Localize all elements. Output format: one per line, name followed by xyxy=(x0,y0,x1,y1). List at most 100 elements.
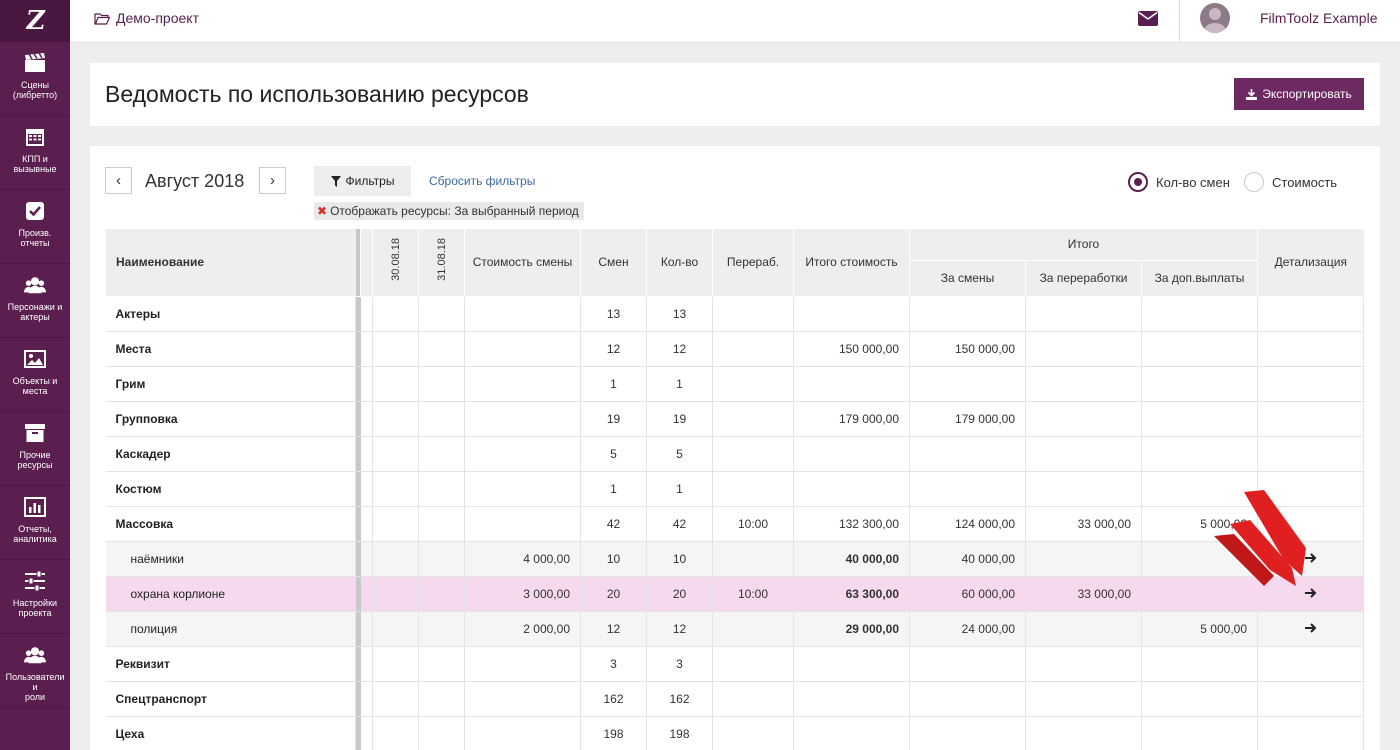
cell-for-overtime xyxy=(1025,331,1142,367)
cell-shift-cost xyxy=(464,436,581,472)
export-button[interactable]: Экспортировать xyxy=(1234,78,1364,110)
sidebar-item-6[interactable]: Отчеты, аналитика xyxy=(0,486,70,560)
cell-for-extra xyxy=(1141,366,1259,402)
breadcrumb-project[interactable]: Демо-проект xyxy=(94,10,199,26)
close-icon[interactable]: ✖ xyxy=(317,204,327,218)
radio-cost[interactable]: Стоимость xyxy=(1244,172,1337,192)
cell-date1 xyxy=(372,471,419,507)
table-row[interactable]: Актеры 13 13 xyxy=(105,296,1365,332)
next-month-button[interactable]: › xyxy=(259,167,286,194)
cell-total-cost xyxy=(793,366,910,402)
sidebar-item-label: Сцены (либретто) xyxy=(12,80,58,100)
chip-value: За выбранный период xyxy=(454,204,579,218)
table-row[interactable]: Костюм 1 1 xyxy=(105,471,1365,507)
cell-date2 xyxy=(418,296,465,332)
prev-month-button[interactable]: ‹ xyxy=(105,167,132,194)
cell-blank xyxy=(360,296,373,332)
arrow-right-icon[interactable] xyxy=(1304,622,1317,636)
cell-for-shifts xyxy=(909,716,1026,750)
row-name: Костюм xyxy=(105,471,356,507)
sidebar-item-3[interactable]: Персонажи и актеры xyxy=(0,264,70,338)
export-label: Экспортировать xyxy=(1262,87,1352,101)
logo-letter: Z xyxy=(23,6,47,36)
cell-shifts: 42 xyxy=(580,506,647,542)
cell-blank xyxy=(360,681,373,717)
table-row[interactable]: Грим 1 1 xyxy=(105,366,1365,402)
cell-for-extra xyxy=(1141,331,1259,367)
table-row[interactable]: Спецтранспорт 162 162 xyxy=(105,681,1365,717)
cell-for-extra xyxy=(1141,716,1259,750)
cell-shifts: 12 xyxy=(580,331,647,367)
row-name: Каскадер xyxy=(105,436,356,472)
cell-date2 xyxy=(418,611,465,647)
cell-date2 xyxy=(418,506,465,542)
cell-shift-cost: 4 000,00 xyxy=(464,541,581,577)
table-row[interactable]: Групповка 19 19 179 000,00 179 000,00 xyxy=(105,401,1365,437)
arrow-right-icon[interactable] xyxy=(1304,552,1317,566)
avatar[interactable] xyxy=(1200,3,1230,33)
cell-for-shifts: 40 000,00 xyxy=(909,541,1026,577)
col-header-overtime: Перераб. xyxy=(712,229,794,297)
col-header-total-cost: Итого стоимость xyxy=(793,229,910,297)
col-header-for-shifts: За смены xyxy=(909,260,1026,297)
sidebar-item-5[interactable]: Прочие ресурсы xyxy=(0,412,70,486)
table-row[interactable]: полиция 2 000,00 12 12 29 000,00 24 000,00 5 0… xyxy=(105,611,1365,647)
table-row[interactable]: Каскадер 5 5 xyxy=(105,436,1365,472)
cell-date2 xyxy=(418,681,465,717)
sliders-icon xyxy=(24,570,46,592)
filters-button[interactable]: Фильтры xyxy=(314,166,411,196)
table-row[interactable]: Реквизит 3 3 xyxy=(105,646,1365,682)
filter-icon xyxy=(330,175,341,187)
month-label: Август 2018 xyxy=(145,171,245,191)
cell-date2 xyxy=(418,576,465,612)
row-name: Групповка xyxy=(105,401,356,437)
sidebar-item-7[interactable]: Настройки проекта xyxy=(0,560,70,634)
arrow-right-icon[interactable] xyxy=(1304,587,1317,601)
page-title: Ведомость по использованию ресурсов xyxy=(105,81,529,107)
cell-for-extra xyxy=(1141,681,1259,717)
radio-shifts[interactable]: Кол-во смен xyxy=(1128,172,1230,192)
cell-qty: 42 xyxy=(646,506,713,542)
users-icon xyxy=(24,644,46,666)
cell-date2 xyxy=(418,366,465,402)
cell-date1 xyxy=(372,331,419,367)
table-row[interactable]: охрана корлионе 3 000,00 20 20 10:00 63 300,0… xyxy=(105,576,1365,612)
cell-date1 xyxy=(372,681,419,717)
table-row[interactable]: Цеха 198 198 xyxy=(105,716,1365,750)
cell-total-cost: 29 000,00 xyxy=(793,611,910,647)
sidebar-item-label: Произв. отчеты xyxy=(18,228,52,248)
sidebar-item-4[interactable]: Объекты и места xyxy=(0,338,70,412)
row-name: полиция xyxy=(105,611,356,647)
app-logo[interactable]: Z xyxy=(0,0,70,42)
cell-details xyxy=(1257,471,1365,507)
cell-date1 xyxy=(372,366,419,402)
reset-filters-link[interactable]: Сбросить фильтры xyxy=(429,174,535,188)
cell-for-extra: 5 000,00 xyxy=(1141,611,1259,647)
mail-icon[interactable] xyxy=(1138,11,1158,26)
radio-cost-label: Стоимость xyxy=(1272,174,1338,190)
header-panel: Ведомость по использованию ресурсов Эксп… xyxy=(90,63,1380,126)
cell-blank xyxy=(360,366,373,402)
sidebar-item-2[interactable]: Произв. отчеты xyxy=(0,190,70,264)
radio-shifts-indicator[interactable] xyxy=(1128,172,1148,192)
cell-for-overtime xyxy=(1025,471,1142,507)
sidebar-item-1[interactable]: КПП и вызывные xyxy=(0,116,70,190)
cell-for-overtime: 33 000,00 xyxy=(1025,576,1142,612)
table-row[interactable]: Массовка 42 42 10:00 132 300,00 124 000,00 33 … xyxy=(105,506,1365,542)
cell-date2 xyxy=(418,541,465,577)
cell-details xyxy=(1257,646,1365,682)
cell-date2 xyxy=(418,331,465,367)
col-header-for-extra: За доп.выплаты xyxy=(1140,260,1258,297)
col-header-name[interactable]: Наименование xyxy=(105,229,356,297)
col-header-qty: Кол-во xyxy=(646,229,713,297)
sidebar-item-8[interactable]: Пользователи и роли xyxy=(0,634,70,708)
cell-for-shifts xyxy=(909,471,1026,507)
table-row[interactable]: наёмники 4 000,00 10 10 40 000,00 40 000,00 xyxy=(105,541,1365,577)
calendar-icon xyxy=(24,126,46,148)
table-row[interactable]: Места 12 12 150 000,00 150 000,00 xyxy=(105,331,1365,367)
cell-date2 xyxy=(418,716,465,750)
user-name[interactable]: FilmToolz Example xyxy=(1260,10,1377,26)
sidebar-item-0[interactable]: Сцены (либретто) xyxy=(0,42,70,116)
cell-details xyxy=(1257,401,1365,437)
radio-cost-indicator[interactable] xyxy=(1244,172,1264,192)
